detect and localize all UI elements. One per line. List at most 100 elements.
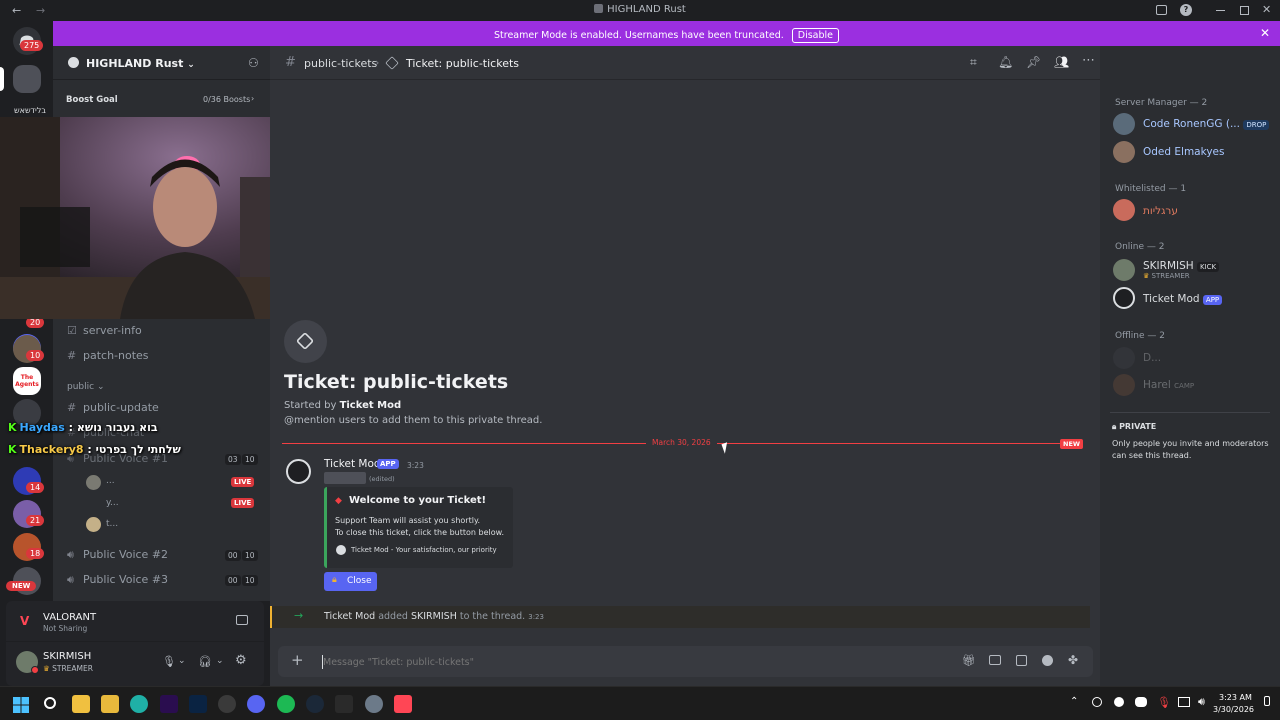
tray-icon[interactable]	[1178, 697, 1190, 707]
unread-badge: 18	[26, 548, 45, 559]
settings-icon[interactable]	[365, 695, 383, 713]
avatar[interactable]	[1113, 374, 1135, 396]
microphone-icon[interactable]: 🎙︎	[162, 655, 176, 668]
server-icon-agents[interactable]: The Agents	[13, 367, 41, 395]
file-explorer-icon[interactable]	[72, 695, 90, 713]
invite-people-icon[interactable]: ⚇	[248, 56, 259, 70]
banner-close-icon[interactable]: ✕	[1260, 26, 1270, 40]
help-icon[interactable]: ?	[1180, 4, 1192, 16]
minimize-icon[interactable]	[1216, 10, 1225, 11]
member-name[interactable]: ערגליות	[1143, 205, 1178, 217]
bell-icon[interactable]: 🔔︎	[998, 55, 1013, 69]
avatar[interactable]	[1113, 113, 1135, 135]
photoshop-icon[interactable]	[189, 695, 207, 713]
server-header[interactable]: HIGHLAND Rust ⌄ ⚇	[53, 46, 270, 80]
steam-icon[interactable]	[306, 695, 324, 713]
valorant-icon[interactable]	[394, 695, 412, 713]
chevron-down-icon[interactable]: ⌄	[216, 656, 224, 666]
avatar[interactable]	[1113, 347, 1135, 369]
chevron-up-icon[interactable]: ⌃	[1070, 696, 1078, 707]
voice-user-name[interactable]: y...	[106, 498, 119, 508]
avatar[interactable]	[1113, 199, 1135, 221]
voice-channel-3[interactable]: 🔊︎ Public Voice #3	[67, 573, 168, 587]
maximize-icon[interactable]	[1240, 6, 1249, 15]
volume-icon[interactable]: 🔊︎	[1198, 695, 1205, 709]
apps-icon[interactable]: ✤	[1068, 653, 1078, 667]
hash-icon: #	[67, 349, 77, 362]
breadcrumb-parent-channel[interactable]: public-tickets	[304, 57, 377, 70]
kick-icon: K	[8, 421, 17, 434]
obs-icon[interactable]	[218, 695, 236, 713]
private-description: Only people you invite and moderators	[1112, 439, 1269, 448]
search-icon[interactable]	[44, 697, 56, 709]
spotify-icon[interactable]	[277, 695, 295, 713]
member-name[interactable]: D...	[1143, 352, 1161, 364]
headset-icon[interactable]: 🎧︎	[198, 655, 212, 668]
settings-gear-icon[interactable]: ⚙	[235, 653, 247, 668]
chevron-down-icon[interactable]: ⌄	[178, 656, 186, 666]
member-name[interactable]: Ticket Mod APP	[1143, 293, 1223, 305]
voice-channel-2[interactable]: 🔊︎ Public Voice #2	[67, 548, 168, 562]
thread-icon	[385, 56, 399, 70]
channel-server-info[interactable]: ☑ server-info	[67, 324, 142, 337]
system-actor[interactable]: Ticket Mod	[324, 611, 375, 622]
channel-public-update[interactable]: # public-update	[67, 401, 159, 414]
inbox-icon[interactable]	[1156, 5, 1167, 15]
edge-icon[interactable]	[130, 695, 148, 713]
clock-time[interactable]: 3:23 AM	[1219, 693, 1252, 702]
highland-server-icon[interactable]	[13, 65, 41, 93]
boost-goal-bar[interactable]: Boost Goal 0/36 Boosts ›	[53, 86, 270, 112]
avatar[interactable]	[1113, 259, 1135, 281]
epic-games-icon[interactable]	[335, 695, 353, 713]
folder-label: בלידשאש	[14, 106, 47, 115]
thread-hint: @mention users to add them to this priva…	[284, 415, 543, 426]
message-input[interactable]	[322, 655, 922, 669]
emoji-icon[interactable]	[1042, 655, 1053, 666]
kick-tag: KICK	[1197, 262, 1220, 272]
pin-icon[interactable]: 📌︎	[1026, 55, 1041, 69]
members-icon[interactable]: 👥︎	[1054, 55, 1069, 69]
discord-tray-icon[interactable]	[1135, 697, 1147, 707]
member-name[interactable]: SKIRMISH KICK	[1143, 260, 1220, 272]
close-ticket-button[interactable]: 🔒︎ Close	[324, 572, 377, 591]
disable-streamer-button[interactable]: Disable	[791, 28, 839, 43]
notification-icon[interactable]	[1264, 696, 1270, 706]
unread-badge: 14	[26, 482, 45, 493]
voice-user-name[interactable]: ...	[106, 476, 115, 486]
member-name[interactable]: Oded Elmakyes	[1143, 146, 1224, 158]
close-window-icon[interactable]: ✕	[1262, 3, 1271, 16]
voice-user-limit: 10	[242, 550, 258, 561]
embed-line: To close this ticket, click the button b…	[335, 528, 504, 537]
voice-user-count: 03	[225, 454, 241, 465]
unread-badge: 275	[20, 40, 44, 51]
member-name[interactable]: Harel CAMP	[1143, 379, 1194, 391]
more-options-icon[interactable]: ⋯	[1082, 53, 1095, 68]
avatar[interactable]	[1113, 141, 1135, 163]
avatar[interactable]	[1113, 287, 1135, 309]
screen-share-icon[interactable]	[236, 615, 248, 625]
avatar[interactable]	[286, 459, 311, 484]
discord-icon[interactable]	[247, 695, 265, 713]
threads-icon[interactable]: ⌗	[970, 55, 977, 70]
add-attachment-icon[interactable]: +	[291, 651, 304, 669]
thread-starter-name[interactable]: Ticket Mod	[340, 400, 402, 411]
premiere-icon[interactable]	[160, 695, 178, 713]
clock-date[interactable]: 3/30/2026	[1213, 705, 1254, 714]
app-icon[interactable]	[101, 695, 119, 713]
system-target[interactable]: SKIRMISH	[411, 611, 457, 622]
gif-icon[interactable]	[989, 655, 1001, 665]
activity-status: Not Sharing	[43, 624, 88, 633]
username[interactable]: SKIRMISH	[43, 651, 91, 662]
tray-icon[interactable]	[1092, 697, 1102, 707]
gift-icon[interactable]: 🎁︎	[962, 654, 976, 667]
sticker-icon[interactable]	[1016, 655, 1027, 666]
member-name[interactable]: Code RonenGG (... DROP	[1143, 118, 1270, 130]
voice-user-name[interactable]: t...	[106, 519, 118, 529]
category-public[interactable]: public ⌄	[67, 382, 105, 392]
microphone-tray-icon[interactable]: 🎙︎	[1157, 696, 1171, 709]
message-author[interactable]: Ticket Mod	[324, 458, 381, 470]
windows-start-icon[interactable]	[13, 697, 29, 713]
channel-patch-notes[interactable]: # patch-notes	[67, 349, 149, 362]
date-divider-label: March 30, 2026	[646, 438, 717, 447]
tray-icon[interactable]	[1114, 697, 1124, 707]
